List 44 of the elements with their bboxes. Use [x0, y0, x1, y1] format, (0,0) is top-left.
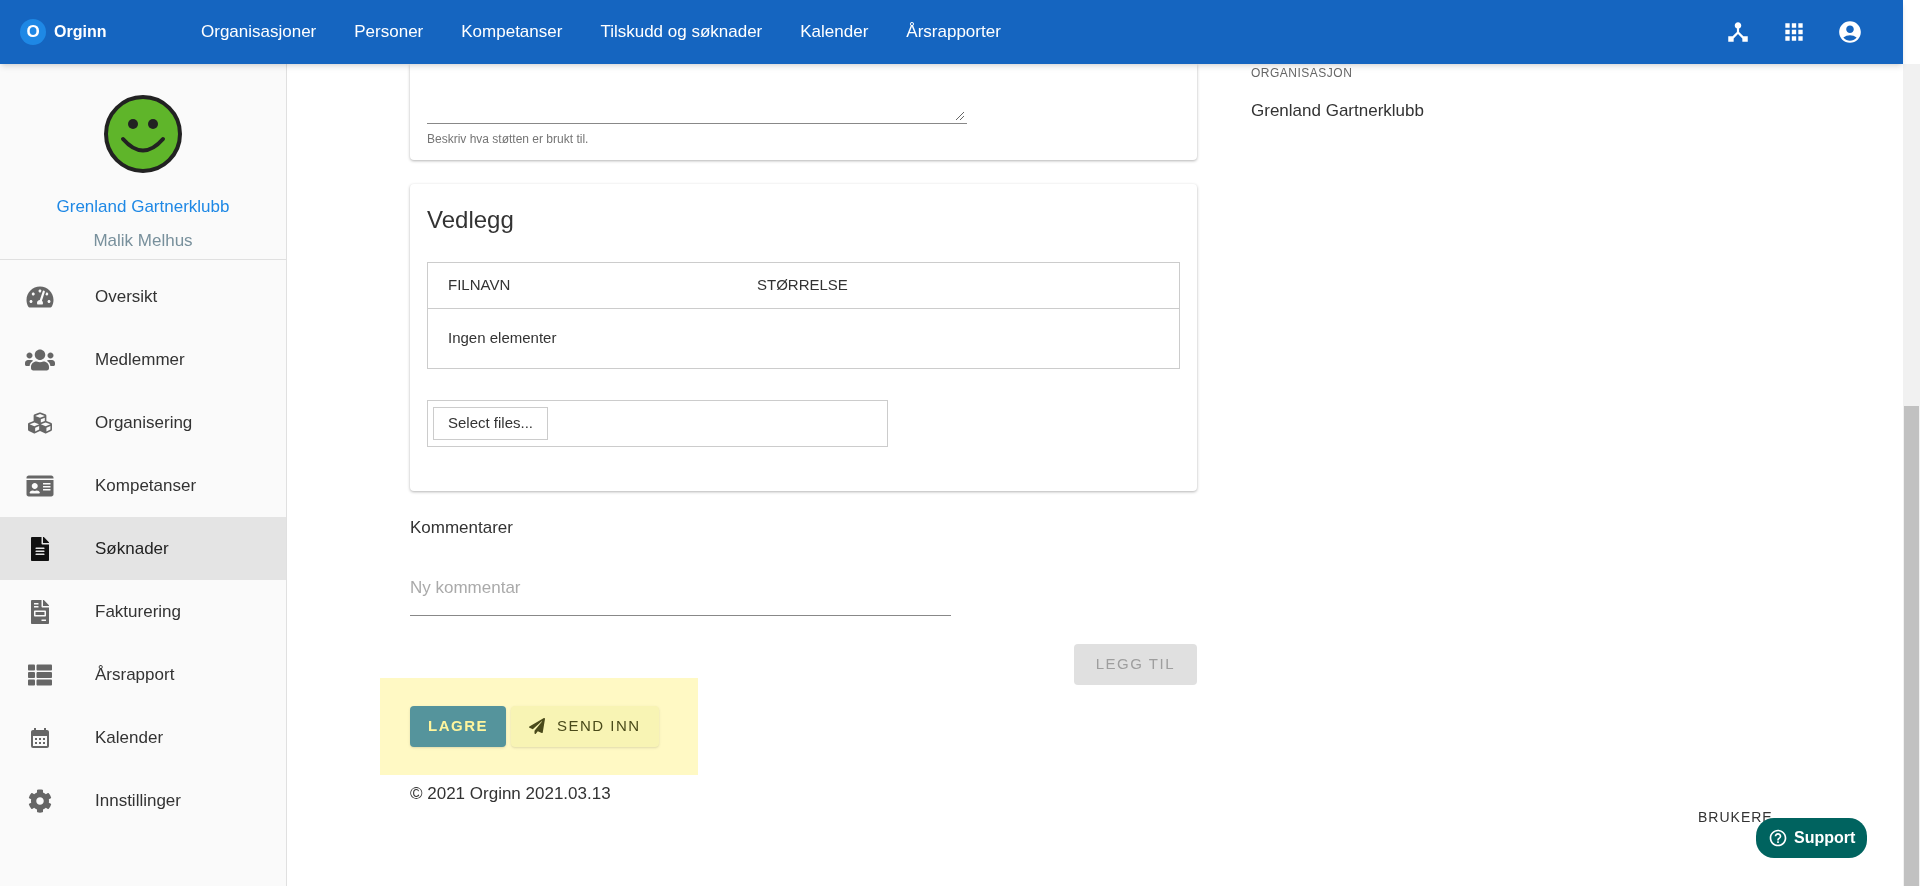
sidebar-item[interactable]: Kalender: [0, 706, 286, 769]
nav-link[interactable]: Organisasjoner: [201, 19, 317, 45]
helper-text: Beskriv hva støtten er brukt til.: [427, 131, 590, 148]
sidebar-item[interactable]: Oversikt: [0, 265, 286, 328]
nav-link[interactable]: Årsrapporter: [906, 19, 1001, 45]
logo-badge[interactable]: O: [20, 19, 46, 45]
scrollbar[interactable]: [1903, 64, 1920, 886]
select-files-button[interactable]: Select files...: [433, 407, 549, 440]
smiley-avatar-icon: [103, 94, 183, 174]
people-icon: [25, 347, 55, 372]
id-card-icon: [25, 473, 55, 498]
footer-text: © 2021 Orginn 2021.03.13: [410, 782, 612, 805]
comment-field[interactable]: Ny kommentar: [410, 560, 951, 616]
sidebar-item[interactable]: Medlemmer: [0, 328, 286, 391]
paper-plane-icon: [529, 718, 545, 734]
card-title: Vedlegg: [427, 205, 515, 235]
sidebar-item[interactable]: Kompetanser: [0, 454, 286, 517]
column-header: STØRRELSE: [757, 275, 849, 296]
cubes-icon: [25, 410, 55, 435]
gauge-icon: [25, 284, 55, 309]
nav-link[interactable]: Kompetanser: [461, 19, 563, 45]
list-icon: [25, 662, 55, 687]
hub-icon[interactable]: [1725, 19, 1751, 45]
organization-name[interactable]: Grenland Gartnerklubb: [56, 194, 230, 220]
user-name: Malik Melhus: [93, 229, 193, 252]
comments-heading: Kommentarer: [410, 517, 514, 539]
field-label: ORGANISASJON: [1251, 65, 1354, 82]
sidebar-item[interactable]: Søknader: [0, 517, 286, 580]
nav-link[interactable]: Kalender: [800, 19, 869, 45]
submit-button[interactable]: SEND INN: [511, 705, 659, 747]
nav-link[interactable]: Tilskudd og søknader: [600, 19, 763, 45]
empty-message: Ingen elementer: [448, 328, 557, 349]
sidebar-item[interactable]: Årsrapport: [0, 643, 286, 706]
resize-handle-icon[interactable]: [955, 111, 965, 121]
help-icon: [1768, 828, 1788, 848]
column-header: FILNAVN: [447, 275, 512, 296]
sidebar-item[interactable]: Organisering: [0, 391, 286, 454]
organization-value: Grenland Gartnerklubb: [1251, 100, 1425, 122]
sidebar-item[interactable]: Fakturering: [0, 580, 286, 643]
sidebar-item[interactable]: Innstillinger: [0, 769, 286, 832]
file-upload-field[interactable]: Select files...: [427, 400, 888, 447]
nav-link[interactable]: Personer: [354, 19, 424, 45]
brand-name[interactable]: Orginn: [54, 20, 107, 44]
account-icon[interactable]: [1837, 19, 1863, 45]
